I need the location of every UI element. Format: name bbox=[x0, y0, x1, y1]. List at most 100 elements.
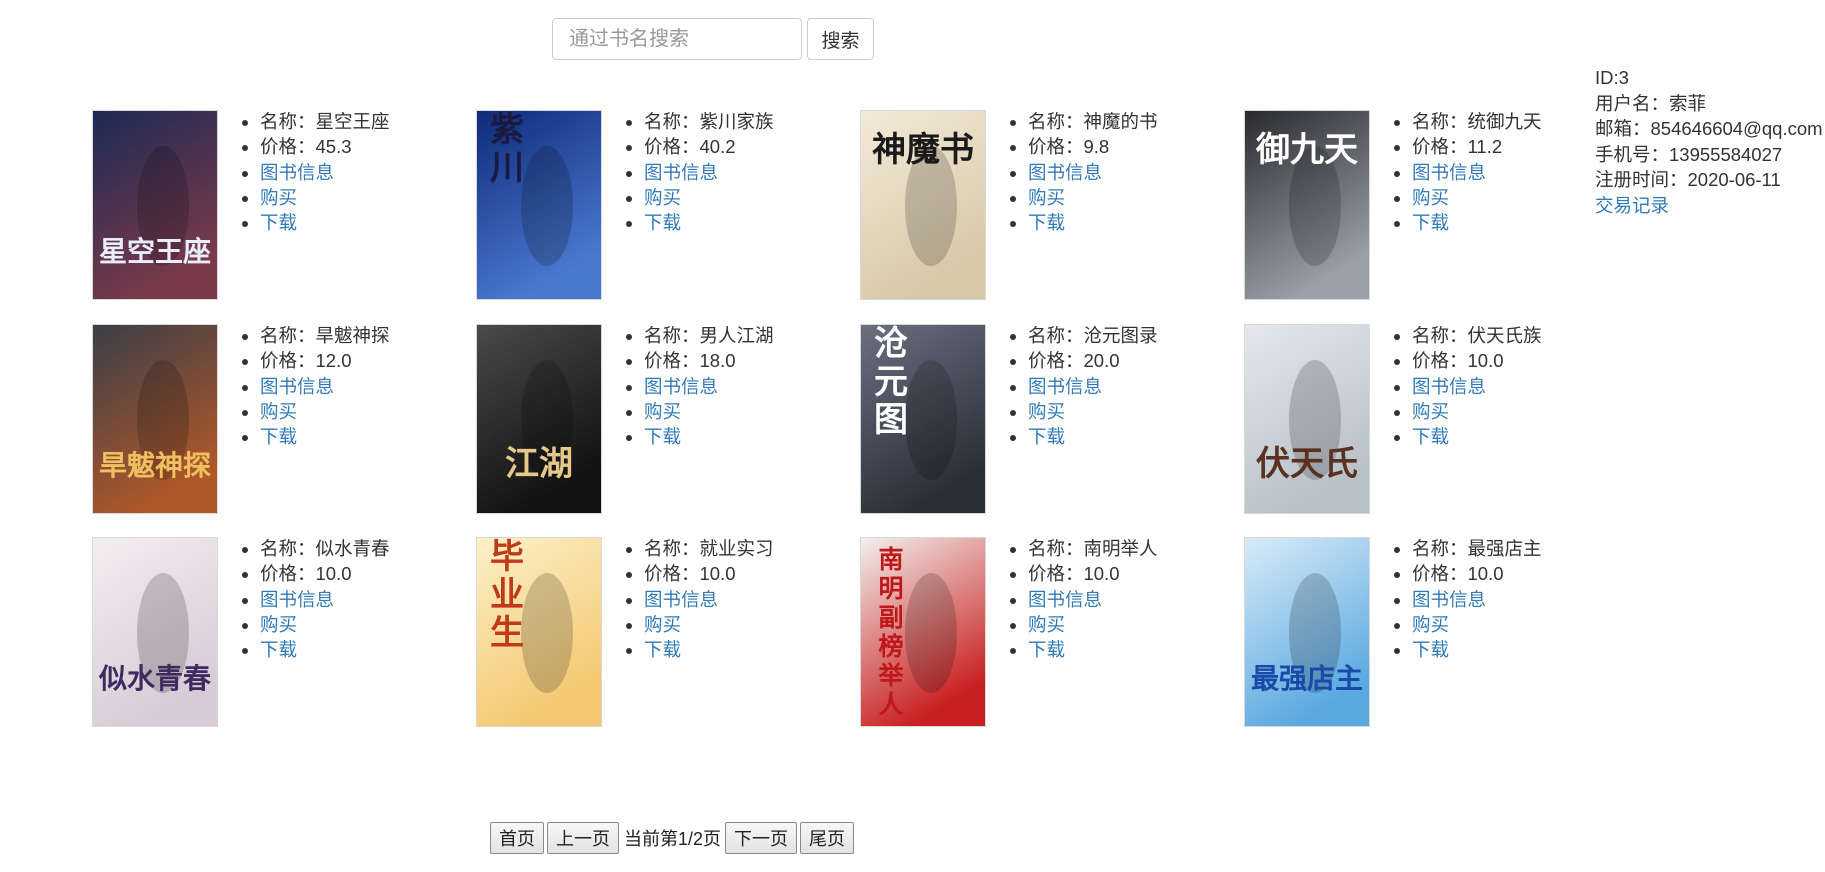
search-input[interactable] bbox=[552, 18, 802, 60]
book-name: 名称：似水青春 bbox=[260, 538, 390, 559]
book-card: 星空王座 名称：星空王座价格：45.3 图书信息购买下载 bbox=[92, 110, 477, 300]
book-buy-link[interactable]: 购买 bbox=[1412, 401, 1449, 422]
book-download-link-item: 下载 bbox=[644, 424, 774, 449]
book-info-link-item: 图书信息 bbox=[260, 587, 390, 612]
book-info-link[interactable]: 图书信息 bbox=[260, 589, 334, 610]
book-price-item: 价格：10.0 bbox=[644, 561, 774, 586]
book-download-link[interactable]: 下载 bbox=[1412, 639, 1449, 660]
book-info-list: 名称：紫川家族价格：40.2 图书信息购买下载 bbox=[626, 109, 774, 235]
book-name-item: 名称：旱魃神探 bbox=[260, 323, 390, 348]
svg-text:最强店主: 最强店主 bbox=[1251, 662, 1363, 695]
book-card: 最强店主 名称：最强店主价格：10.0 图书信息购买下载 bbox=[1244, 537, 1629, 727]
book-download-link-item: 下载 bbox=[1028, 424, 1158, 449]
book-name-item: 名称：就业实习 bbox=[644, 536, 774, 561]
svg-text:神魔书: 神魔书 bbox=[872, 130, 974, 170]
book-info-link[interactable]: 图书信息 bbox=[1412, 589, 1486, 610]
book-buy-link[interactable]: 购买 bbox=[644, 614, 681, 635]
user-email: 邮箱：854646604@qq.com bbox=[1595, 118, 1823, 139]
book-download-link[interactable]: 下载 bbox=[644, 639, 681, 660]
book-download-link-item: 下载 bbox=[1412, 210, 1542, 235]
book-info-list: 名称：统御九天价格：11.2 图书信息购买下载 bbox=[1394, 109, 1542, 235]
book-buy-link[interactable]: 购买 bbox=[260, 614, 297, 635]
book-price: 价格：18.0 bbox=[644, 350, 736, 372]
book-download-link[interactable]: 下载 bbox=[1412, 212, 1449, 233]
book-buy-link[interactable]: 购买 bbox=[1412, 614, 1449, 635]
user-username: 用户名：索菲 bbox=[1595, 92, 1707, 114]
book-download-link[interactable]: 下载 bbox=[260, 426, 297, 447]
user-id: ID:3 bbox=[1595, 67, 1629, 88]
book-buy-link[interactable]: 购买 bbox=[1028, 614, 1065, 635]
book-download-link[interactable]: 下载 bbox=[1412, 426, 1449, 447]
book-buy-link-item: 购买 bbox=[644, 612, 774, 637]
book-info-link[interactable]: 图书信息 bbox=[1028, 162, 1102, 183]
prev-page-button[interactable]: 上一页 bbox=[547, 822, 619, 854]
book-name-item: 名称：南明举人 bbox=[1028, 536, 1158, 561]
book-name: 名称：就业实习 bbox=[644, 538, 774, 559]
book-price-item: 价格：10.0 bbox=[1028, 561, 1158, 586]
book-name: 名称：沧元图录 bbox=[1028, 325, 1158, 346]
svg-text:伏天氏: 伏天氏 bbox=[1256, 444, 1358, 484]
book-price: 价格：9.8 bbox=[1028, 136, 1110, 158]
book-buy-link[interactable]: 购买 bbox=[260, 187, 297, 208]
book-price: 价格：45.3 bbox=[260, 136, 352, 158]
book-info-list: 名称：旱魃神探价格：12.0 图书信息购买下载 bbox=[242, 323, 390, 449]
book-download-link[interactable]: 下载 bbox=[1028, 426, 1065, 447]
book-download-link[interactable]: 下载 bbox=[1028, 639, 1065, 660]
book-info-link-item: 图书信息 bbox=[1028, 374, 1158, 399]
book-info-list: 名称：南明举人价格：10.0 图书信息购买下载 bbox=[1010, 536, 1158, 662]
book-download-link[interactable]: 下载 bbox=[644, 426, 681, 447]
book-name-item: 名称：星空王座 bbox=[260, 109, 390, 134]
book-price: 价格：11.2 bbox=[1412, 136, 1503, 158]
first-page-button[interactable]: 首页 bbox=[490, 822, 544, 854]
book-info-link[interactable]: 图书信息 bbox=[260, 376, 334, 397]
book-name: 名称：星空王座 bbox=[260, 111, 390, 132]
book-buy-link[interactable]: 购买 bbox=[1028, 187, 1065, 208]
book-info-link[interactable]: 图书信息 bbox=[1412, 162, 1486, 183]
last-page-button[interactable]: 尾页 bbox=[800, 822, 855, 854]
book-info-list: 名称：星空王座价格：45.3 图书信息购买下载 bbox=[242, 109, 390, 235]
book-download-link-item: 下载 bbox=[260, 637, 390, 662]
book-buy-link[interactable]: 购买 bbox=[1028, 401, 1065, 422]
book-info-link[interactable]: 图书信息 bbox=[1412, 376, 1486, 397]
book-info-link[interactable]: 图书信息 bbox=[260, 162, 334, 183]
book-name-item: 名称：神魔的书 bbox=[1028, 109, 1158, 134]
book-buy-link[interactable]: 购买 bbox=[644, 187, 681, 208]
book-info-link-item: 图书信息 bbox=[644, 587, 774, 612]
book-price-item: 价格：10.0 bbox=[260, 561, 390, 586]
book-price-item: 价格：45.3 bbox=[260, 134, 390, 159]
book-price-item: 价格：20.0 bbox=[1028, 348, 1158, 373]
user-register-time: 注册时间：2020-06-11 bbox=[1595, 169, 1781, 190]
book-price-item: 价格：9.8 bbox=[1028, 134, 1158, 159]
book-name-item: 名称：男人江湖 bbox=[644, 323, 774, 348]
svg-text:生: 生 bbox=[490, 613, 524, 653]
book-buy-link-item: 购买 bbox=[1412, 399, 1542, 424]
book-buy-link[interactable]: 购买 bbox=[260, 401, 297, 422]
book-cover-image: 御九天 bbox=[1244, 110, 1370, 300]
next-page-button[interactable]: 下一页 bbox=[725, 822, 798, 854]
book-download-link-item: 下载 bbox=[1028, 637, 1158, 662]
svg-text:举: 举 bbox=[877, 661, 904, 690]
book-download-link[interactable]: 下载 bbox=[260, 212, 297, 233]
book-name: 名称：旱魃神探 bbox=[260, 325, 390, 346]
svg-text:沧: 沧 bbox=[874, 325, 908, 364]
book-cover-image: 伏天氏 bbox=[1244, 324, 1370, 514]
book-info-link[interactable]: 图书信息 bbox=[1028, 376, 1102, 397]
search-button[interactable]: 搜索 bbox=[807, 18, 874, 60]
book-download-link[interactable]: 下载 bbox=[1028, 212, 1065, 233]
book-buy-link[interactable]: 购买 bbox=[1412, 187, 1449, 208]
user-phone: 手机号：13955584027 bbox=[1595, 143, 1783, 165]
book-info-link-item: 图书信息 bbox=[1028, 160, 1158, 185]
book-download-link-item: 下载 bbox=[260, 210, 390, 235]
svg-text:御九天: 御九天 bbox=[1255, 130, 1358, 170]
book-download-link[interactable]: 下载 bbox=[644, 212, 681, 233]
book-info-link[interactable]: 图书信息 bbox=[644, 589, 718, 610]
book-info-link[interactable]: 图书信息 bbox=[644, 162, 718, 183]
book-info-link[interactable]: 图书信息 bbox=[644, 376, 718, 397]
book-price: 价格：10.0 bbox=[1412, 563, 1504, 585]
book-price: 价格：20.0 bbox=[1028, 350, 1120, 372]
book-info-link[interactable]: 图书信息 bbox=[1028, 589, 1102, 610]
book-download-link[interactable]: 下载 bbox=[260, 639, 297, 660]
book-buy-link[interactable]: 购买 bbox=[644, 401, 681, 422]
book-card: 似水青春 名称：似水青春价格：10.0 图书信息购买下载 bbox=[92, 537, 477, 727]
svg-text:毕: 毕 bbox=[490, 538, 524, 577]
